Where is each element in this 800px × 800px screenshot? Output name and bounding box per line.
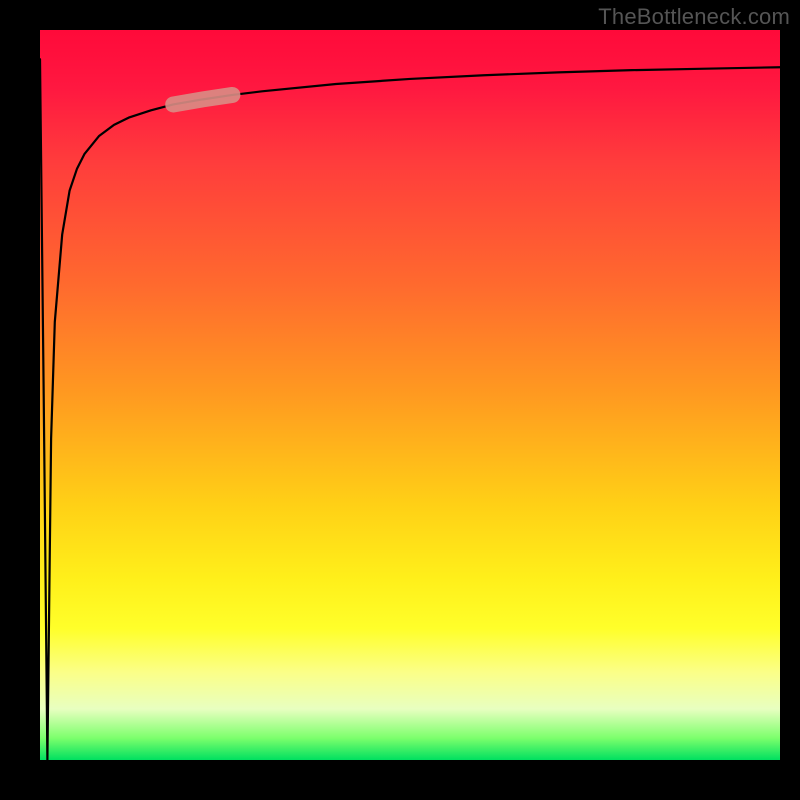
- chart-frame: TheBottleneck.com: [0, 0, 800, 800]
- plot-gradient-background: [40, 30, 780, 760]
- attribution-text: TheBottleneck.com: [598, 4, 790, 30]
